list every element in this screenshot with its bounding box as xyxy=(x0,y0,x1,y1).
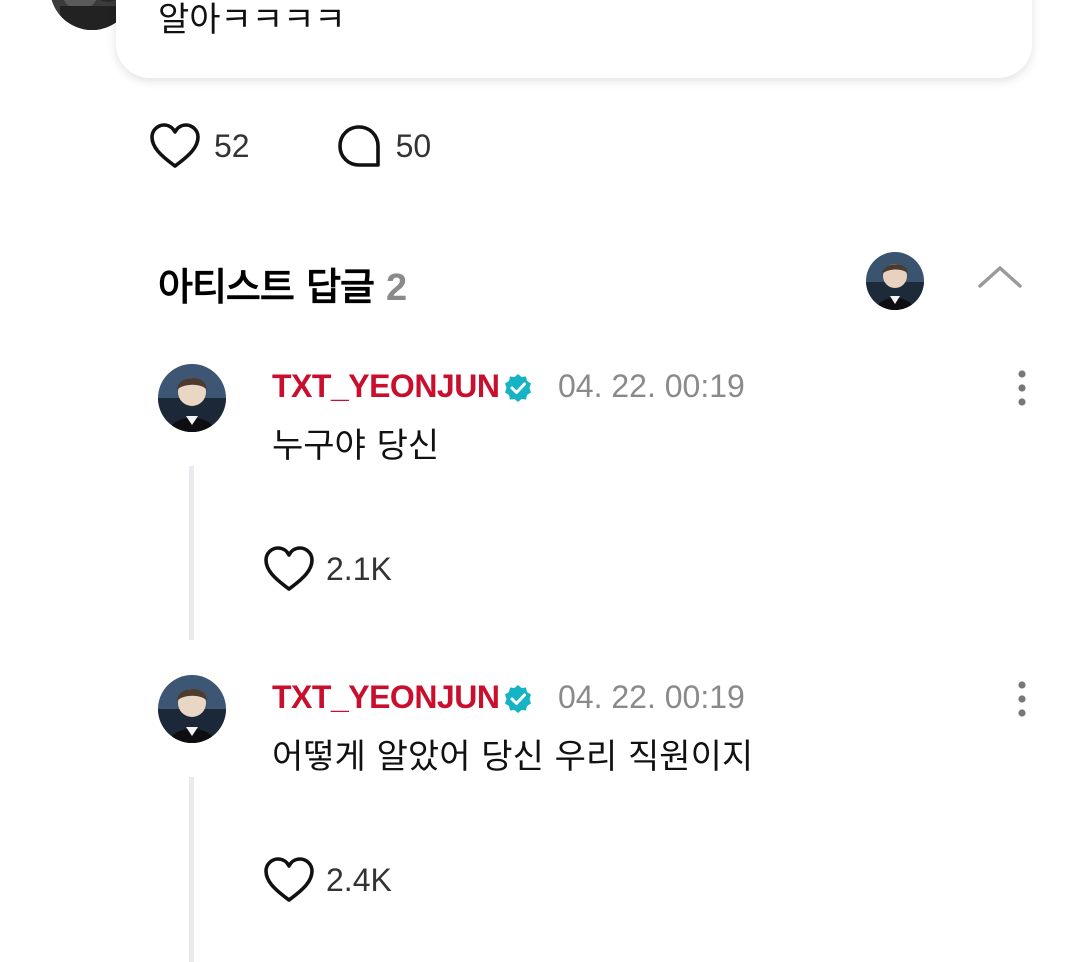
reply-timestamp: 04. 22. 00:19 xyxy=(558,679,745,715)
weverse-comment-page: 알아ㅋㅋㅋㅋ 52 50 아티스트 답글 2 TXT_YEONJUN 04. 2… xyxy=(0,0,1080,962)
post-text: 알아ㅋㅋㅋㅋ xyxy=(158,0,346,40)
artist-avatar-small xyxy=(866,252,924,310)
reply-author-name[interactable]: TXT_YEONJUN xyxy=(272,368,500,405)
reply-author-name[interactable]: TXT_YEONJUN xyxy=(272,679,500,716)
reply-timestamp: 04. 22. 00:19 xyxy=(558,368,745,404)
post-like-button[interactable]: 52 xyxy=(148,121,250,171)
reply-more-button[interactable] xyxy=(1008,368,1036,408)
reply-author-avatar[interactable] xyxy=(158,364,226,432)
more-vertical-icon xyxy=(1018,370,1026,406)
thread-line xyxy=(189,466,194,640)
collapse-replies-button[interactable] xyxy=(974,258,1026,294)
thread-line xyxy=(189,777,194,962)
reply-like-button[interactable]: 2.4K xyxy=(262,855,392,905)
comment-bubble-icon xyxy=(337,125,380,167)
reply-text: 어떻게 알았어 당신 우리 직원이지 xyxy=(272,737,754,777)
more-vertical-icon xyxy=(1018,681,1026,717)
post-comment-button[interactable]: 50 xyxy=(334,121,432,171)
reply-text: 누구야 당신 xyxy=(272,426,440,466)
heart-icon xyxy=(150,123,200,168)
reply-author-avatar[interactable] xyxy=(158,675,226,743)
heart-icon xyxy=(264,546,314,591)
artist-replies-count: 2 xyxy=(386,267,407,309)
post-like-count: 52 xyxy=(214,127,250,164)
artist-replies-label: 아티스트 답글 xyxy=(158,265,375,309)
heart-icon xyxy=(264,857,314,902)
verified-badge-icon xyxy=(505,685,531,713)
post-actions: 52 50 xyxy=(148,120,515,172)
artist-replies-title: 아티스트 답글 2 xyxy=(158,256,407,311)
reply-like-count: 2.4K xyxy=(326,861,392,898)
post-bubble[interactable]: 알아ㅋㅋㅋㅋ xyxy=(116,0,1032,78)
reply-like-count: 2.1K xyxy=(326,550,392,587)
chevron-up-icon xyxy=(978,266,1022,288)
reply-more-button[interactable] xyxy=(1008,679,1036,719)
post-comment-count: 50 xyxy=(395,127,432,164)
reply-like-button[interactable]: 2.1K xyxy=(262,544,392,594)
verified-badge-icon xyxy=(505,374,531,402)
